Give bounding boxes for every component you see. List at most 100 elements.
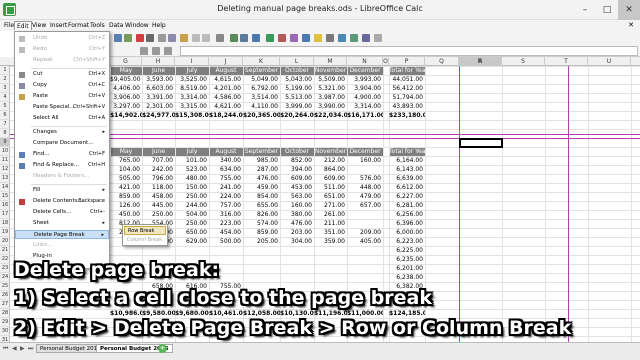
table-cell[interactable] — [175, 246, 209, 255]
row-header-13[interactable]: 13 — [0, 174, 10, 183]
table-cell[interactable]: 271.00 — [314, 201, 347, 210]
column-header-q[interactable]: Q — [425, 57, 459, 66]
table-cell[interactable]: 6,612.00 — [389, 183, 425, 192]
autofilter-icon[interactable] — [252, 34, 260, 42]
table-cell[interactable] — [347, 210, 383, 219]
table-cell[interactable]: 854.00 — [243, 192, 280, 201]
column-header-m[interactable]: M — [314, 57, 347, 66]
table-cell[interactable]: 6,235.00 — [389, 255, 425, 264]
month-header-cell[interactable]: August — [209, 66, 243, 75]
table-cell[interactable]: 4,900.00 — [347, 93, 383, 102]
table-cell[interactable]: 304.00 — [280, 237, 314, 246]
table-cell[interactable]: 3,514.00 — [243, 93, 280, 102]
table-cell[interactable]: 450.00 — [110, 210, 142, 219]
table-cell[interactable]: 3,904.00 — [347, 84, 383, 93]
save-icon[interactable] — [114, 34, 122, 42]
table-cell[interactable]: 351.00 — [314, 228, 347, 237]
table-cell[interactable]: 755.00 — [209, 174, 243, 183]
table-cell[interactable]: 8,519.00 — [175, 84, 209, 93]
table-cell[interactable]: 150.00 — [175, 183, 209, 192]
table-cell[interactable]: 826.00 — [243, 210, 280, 219]
copy-icon[interactable] — [168, 34, 176, 42]
undo-icon[interactable] — [192, 34, 200, 42]
row-header-10[interactable]: 10 — [0, 147, 10, 156]
table-cell[interactable]: 6,000.00 — [389, 228, 425, 237]
function-wizard-icon[interactable] — [140, 47, 148, 55]
next-sheet-icon[interactable]: ▶ — [20, 345, 25, 352]
table-cell[interactable] — [347, 273, 383, 282]
add-sheet-icon[interactable]: + — [158, 344, 167, 353]
table-cell[interactable] — [110, 246, 142, 255]
table-cell[interactable]: 651.00 — [314, 192, 347, 201]
edit-menu-item-compare-document[interactable]: Compare Document... — [15, 139, 109, 148]
month-header-cell[interactable]: May — [110, 147, 142, 156]
table-cell[interactable]: 3,999.00 — [280, 102, 314, 111]
table-cell[interactable]: 380.00 — [280, 210, 314, 219]
edit-menu-item-redo[interactable]: Redo Ctrl+Y — [15, 45, 109, 54]
edit-menu-item-select-all[interactable]: Select All Ctrl+A — [15, 114, 109, 123]
column-header-p[interactable]: P — [389, 57, 425, 66]
edit-menu-item-repeat[interactable]: Repeat Ctrl+Shift+Y — [15, 56, 109, 65]
table-cell[interactable]: 56,412.00 — [389, 84, 425, 93]
edit-menu-item-links[interactable]: Links... — [15, 241, 109, 250]
table-cell[interactable]: 6,281.00 — [389, 201, 425, 210]
table-cell[interactable]: 244.00 — [175, 201, 209, 210]
month-header-cell[interactable]: May — [110, 66, 142, 75]
month-header-cell[interactable]: November — [314, 66, 347, 75]
table-cell[interactable]: 160.00 — [347, 156, 383, 165]
row-header-1[interactable]: 1 — [0, 66, 10, 75]
column-break-item[interactable]: Column Break — [124, 236, 166, 245]
table-cell[interactable]: 394.00 — [280, 165, 314, 174]
table-cell[interactable] — [314, 246, 347, 255]
formula-icon[interactable] — [164, 47, 172, 55]
table-cell[interactable]: 242.00 — [142, 165, 175, 174]
table-cell[interactable]: 126.00 — [110, 201, 142, 210]
table-cell[interactable] — [280, 264, 314, 273]
month-header-cell[interactable]: July — [175, 66, 209, 75]
table-cell[interactable]: 160.00 — [280, 201, 314, 210]
sort-icon[interactable] — [230, 34, 238, 42]
table-cell[interactable]: 629.00 — [175, 237, 209, 246]
column-header-i[interactable]: I — [175, 57, 209, 66]
spellcheck-icon[interactable] — [216, 34, 224, 42]
chart-icon[interactable] — [266, 34, 274, 42]
column-header-s[interactable]: S — [502, 57, 545, 66]
column-header-u[interactable]: U — [588, 57, 631, 66]
table-cell[interactable]: 6,238.00 — [389, 273, 425, 282]
menu-view[interactable]: View — [30, 21, 48, 30]
table-cell[interactable]: $14,902.00 — [110, 111, 142, 120]
column-header-l[interactable]: L — [280, 57, 314, 66]
table-cell[interactable]: 6,223.00 — [389, 237, 425, 246]
table-cell[interactable]: 3,314.00 — [347, 102, 383, 111]
maximize-button[interactable]: □ — [596, 0, 618, 20]
row-header-22[interactable]: 22 — [0, 255, 10, 264]
table-cell[interactable]: 3,314.00 — [175, 93, 209, 102]
row-header-12[interactable]: 12 — [0, 165, 10, 174]
row-header-17[interactable]: 17 — [0, 210, 10, 219]
row-header-25[interactable]: 25 — [0, 282, 10, 291]
row-header-11[interactable]: 11 — [0, 156, 10, 165]
table-cell[interactable]: 4,110.00 — [243, 102, 280, 111]
table-cell[interactable]: 796.00 — [142, 174, 175, 183]
table-cell[interactable]: 6,164.00 — [389, 156, 425, 165]
edit-menu-item-changes[interactable]: Changes ▸ — [15, 128, 109, 137]
edit-menu-item-find-replace[interactable]: Find & Replace... Ctrl+H — [15, 161, 109, 170]
table-cell[interactable]: 316.00 — [209, 210, 243, 219]
table-cell[interactable]: 6,639.00 — [389, 174, 425, 183]
table-cell[interactable]: 634.00 — [209, 165, 243, 174]
table-cell[interactable]: 6,201.00 — [389, 264, 425, 273]
table-cell[interactable]: $22,034.00 — [314, 111, 347, 120]
table-cell[interactable] — [243, 255, 280, 264]
table-cell[interactable]: 6,256.00 — [389, 210, 425, 219]
table-cell[interactable]: 5,513.00 — [280, 93, 314, 102]
table-cell[interactable] — [347, 219, 383, 228]
table-cell[interactable]: 118.00 — [142, 183, 175, 192]
table-cell[interactable]: 609.00 — [314, 174, 347, 183]
table-cell[interactable]: 859.00 — [110, 192, 142, 201]
row-header-18[interactable]: 18 — [0, 219, 10, 228]
column-header-k[interactable]: K — [243, 57, 280, 66]
table-cell[interactable]: 250.00 — [175, 192, 209, 201]
month-header-cell[interactable]: Total for Year — [389, 147, 425, 156]
row-header-28[interactable]: 28 — [0, 309, 10, 318]
last-sheet-icon[interactable]: ⏭ — [28, 345, 33, 353]
